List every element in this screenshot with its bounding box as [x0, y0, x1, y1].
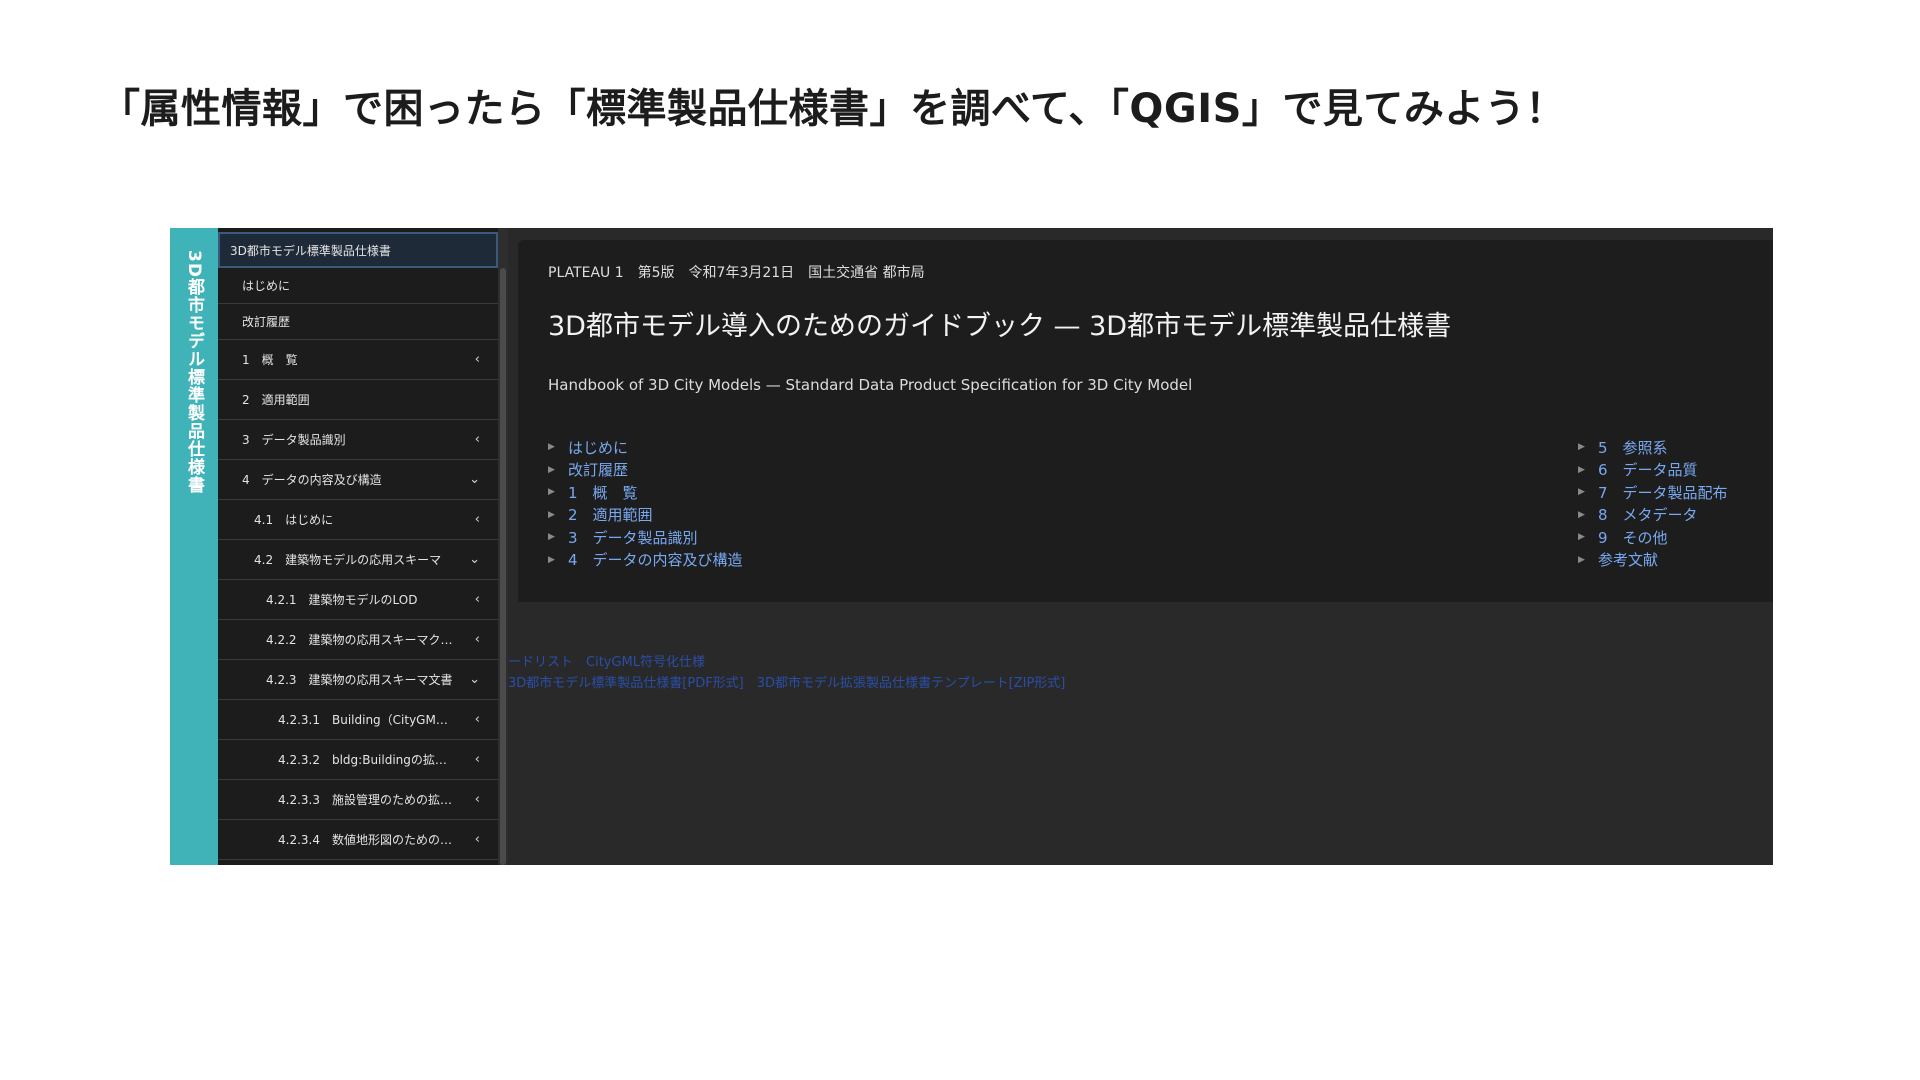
sidebar-scrollbar[interactable]	[498, 228, 508, 865]
sidebar-item[interactable]: 4.2.3.3 施設管理のための拡… ‹	[218, 780, 498, 820]
sidebar-item[interactable]: 4.2.2 建築物の応用スキーマク… ‹	[218, 620, 498, 660]
toc-link[interactable]: 9 その他	[1598, 527, 1668, 548]
chevron-left-icon[interactable]: ‹	[475, 712, 480, 727]
sidebar-item[interactable]: 1 概 覧 ‹	[218, 340, 498, 380]
toc-item: ▶ 7 データ製品配布	[1578, 481, 1728, 504]
toc-link[interactable]: 2 適用範囲	[568, 504, 653, 525]
sidebar-item-label: 2 適用範囲	[242, 393, 310, 407]
documentation-screenshot: 3D都市モデル標準製品仕様書 3D都市モデル標準製品仕様書 はじめに 改訂履歴 1 概…	[170, 228, 1773, 865]
slide-title: 「属性情報」で困ったら「標準製品仕様書」を調べて、「QGIS」で見てみよう！	[100, 86, 1566, 132]
triangle-bullet-icon: ▶	[1578, 509, 1585, 520]
toc-link[interactable]: 5 参照系	[1598, 437, 1668, 458]
vertical-title-bar: 3D都市モデル標準製品仕様書	[170, 228, 218, 865]
toc-link[interactable]: はじめに	[568, 437, 628, 458]
sidebar-item-label: 改訂履歴	[242, 315, 291, 329]
toc-link[interactable]: 参考文献	[1598, 549, 1658, 570]
toc-link[interactable]: 4 データの内容及び構造	[568, 549, 743, 570]
sidebar-item-label: 3D都市モデル標準製品仕様書	[230, 243, 391, 258]
triangle-bullet-icon: ▶	[1578, 442, 1585, 453]
chevron-left-icon[interactable]: ‹	[475, 792, 480, 807]
sidebar-item-label: 4 データの内容及び構造	[242, 473, 382, 487]
sidebar-item-label: 4.2.3.1 Building（CityGM…	[278, 713, 448, 727]
sidebar-item[interactable]: 3D都市モデル標準製品仕様書	[218, 232, 498, 268]
chevron-left-icon[interactable]: ‹	[475, 432, 480, 447]
chevron-down-icon[interactable]: ⌄	[469, 552, 480, 567]
sidebar-item-label: 4.2.2 建築物の応用スキーマク…	[266, 633, 453, 647]
sidebar-item[interactable]: はじめに	[218, 268, 498, 304]
triangle-bullet-icon: ▶	[1578, 554, 1585, 565]
triangle-bullet-icon: ▶	[1578, 487, 1585, 498]
toc-left-column: ▶ はじめに ▶ 改訂履歴 ▶ 1 概 覧 ▶ 2 適用範囲 ▶ 3 データ製品識別 ▶ 4 データの…	[548, 436, 743, 571]
sidebar-item[interactable]: 4.2.3.2 bldg:Buildingの拡… ‹	[218, 740, 498, 780]
chevron-down-icon[interactable]: ⌄	[469, 672, 480, 687]
document-title: 3D都市モデル導入のためのガイドブック — 3D都市モデル標準製品仕様書	[548, 311, 1452, 342]
sidebar-item-label: 4.2.3.3 施設管理のための拡…	[278, 793, 452, 807]
document-meta: PLATEAU 1 第5版 令和7年3月21日 国土交通省 都市局	[548, 265, 925, 281]
triangle-bullet-icon: ▶	[548, 442, 555, 453]
sidebar-item[interactable]: 改訂履歴	[218, 304, 498, 340]
toc-item: ▶ 8 メタデータ	[1578, 504, 1728, 527]
toc-link[interactable]: 8 メタデータ	[1598, 504, 1698, 525]
chevron-left-icon[interactable]: ‹	[475, 352, 480, 367]
sidebar-item-label: 1 概 覧	[242, 353, 298, 367]
toc-item: ▶ 5 参照系	[1578, 436, 1728, 459]
document-subtitle: Handbook of 3D City Models — Standard Da…	[548, 376, 1193, 394]
sidebar-item[interactable]: 4.2 建築物モデルの応用スキーマ ⌄	[218, 540, 498, 580]
main-content-panel: PLATEAU 1 第5版 令和7年3月21日 国土交通省 都市局 3D都市モデ…	[518, 240, 1773, 602]
toc-item: ▶ 9 その他	[1578, 526, 1728, 549]
sidebar-item[interactable]: 3 データ製品識別 ‹	[218, 420, 498, 460]
chevron-left-icon[interactable]: ‹	[475, 832, 480, 847]
sidebar-item-label: 3 データ製品識別	[242, 433, 346, 447]
sidebar-item-label: 4.2.3.4 数値地形図のための…	[278, 833, 452, 847]
toc-link[interactable]: 改訂履歴	[568, 459, 628, 480]
footer-link-row-1[interactable]: ードリスト CityGML符号化仕様	[508, 651, 705, 670]
sidebar-item-label: はじめに	[242, 279, 291, 293]
triangle-bullet-icon: ▶	[548, 509, 555, 520]
toc-item: ▶ 4 データの内容及び構造	[548, 549, 743, 572]
sidebar-item[interactable]: 4.2.3.1 Building（CityGM… ‹	[218, 700, 498, 740]
toc-item: ▶ 3 データ製品識別	[548, 526, 743, 549]
toc-link[interactable]: 6 データ品質	[1598, 459, 1698, 480]
triangle-bullet-icon: ▶	[548, 532, 555, 543]
triangle-bullet-icon: ▶	[1578, 532, 1585, 543]
toc-item: ▶ 2 適用範囲	[548, 504, 743, 527]
triangle-bullet-icon: ▶	[1578, 464, 1585, 475]
sidebar-item[interactable]: 4 データの内容及び構造 ⌄	[218, 460, 498, 500]
sidebar-item-label: 4.2.3.2 bldg:Buildingの拡…	[278, 753, 447, 767]
sidebar-item[interactable]: 4.1 はじめに ‹	[218, 500, 498, 540]
sidebar-item[interactable]: 2 適用範囲	[218, 380, 498, 420]
chevron-left-icon[interactable]: ‹	[475, 752, 480, 767]
sidebar-item[interactable]: 4.2.3 建築物の応用スキーマ文書 ⌄	[218, 660, 498, 700]
triangle-bullet-icon: ▶	[548, 487, 555, 498]
chevron-left-icon[interactable]: ‹	[475, 632, 480, 647]
toc-item: ▶ 6 データ品質	[1578, 459, 1728, 482]
scrollbar-thumb[interactable]	[500, 268, 506, 865]
chevron-down-icon[interactable]: ⌄	[469, 472, 480, 487]
toc-link[interactable]: 1 概 覧	[568, 482, 638, 503]
toc-item: ▶ はじめに	[548, 436, 743, 459]
toc-item: ▶ 1 概 覧	[548, 481, 743, 504]
sidebar-item[interactable]: 4.2.3.4 数値地形図のための… ‹	[218, 820, 498, 860]
toc-right-column: ▶ 5 参照系 ▶ 6 データ品質 ▶ 7 データ製品配布 ▶ 8 メタデータ ▶ 9 その他 ▶ 参…	[1578, 436, 1728, 571]
toc-link[interactable]: 3 データ製品識別	[568, 527, 698, 548]
footer-link-row-2[interactable]: 3D都市モデル標準製品仕様書[PDF形式] 3D都市モデル拡張製品仕様書テンプレ…	[508, 672, 1065, 691]
toc-item: ▶ 改訂履歴	[548, 459, 743, 482]
sidebar-item-label: 4.1 はじめに	[254, 513, 334, 527]
triangle-bullet-icon: ▶	[548, 554, 555, 565]
triangle-bullet-icon: ▶	[548, 464, 555, 475]
toc-item: ▶ 参考文献	[1578, 549, 1728, 572]
sidebar-item-label: 4.2.1 建築物モデルのLOD	[266, 593, 418, 607]
sidebar-nav: 3D都市モデル標準製品仕様書はじめに改訂履歴 1 概 覧 ‹ 2 適用範囲 3 データ製…	[218, 228, 498, 865]
sidebar-item-label: 4.2 建築物モデルの応用スキーマ	[254, 553, 442, 567]
sidebar-item-label: 4.2.3 建築物の応用スキーマ文書	[266, 673, 453, 687]
sidebar-item[interactable]: 4.2.1 建築物モデルのLOD ‹	[218, 580, 498, 620]
sidebar-list: 3D都市モデル標準製品仕様書はじめに改訂履歴 1 概 覧 ‹ 2 適用範囲 3 データ製…	[218, 232, 498, 860]
toc-link[interactable]: 7 データ製品配布	[1598, 482, 1728, 503]
vertical-title: 3D都市モデル標準製品仕様書	[184, 250, 204, 494]
chevron-left-icon[interactable]: ‹	[475, 512, 480, 527]
chevron-left-icon[interactable]: ‹	[475, 592, 480, 607]
